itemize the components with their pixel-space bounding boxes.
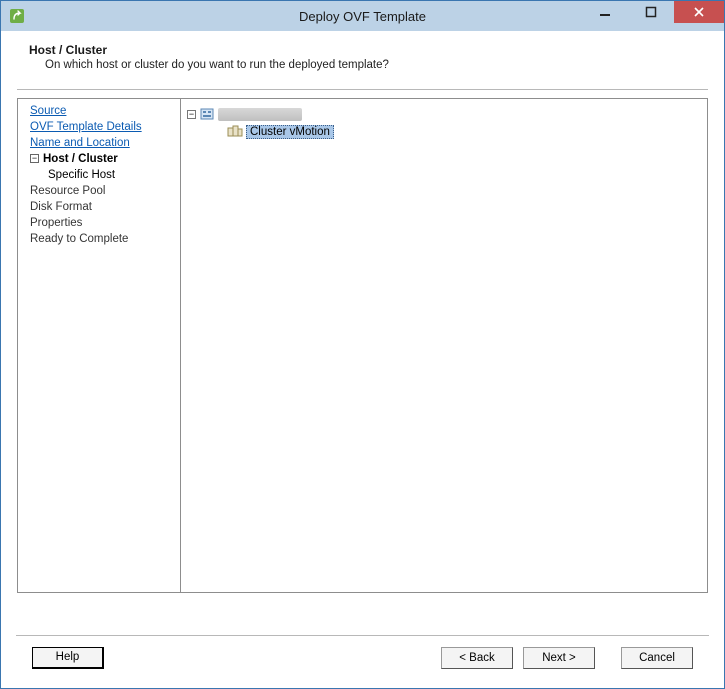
sidebar-item-source[interactable]: Source — [24, 103, 180, 119]
content-row: Source OVF Template Details Name and Loc… — [17, 98, 708, 593]
tree-root-label-redacted — [218, 108, 302, 121]
header-separator — [17, 89, 708, 90]
tree-toggle-root[interactable]: − — [187, 110, 196, 119]
close-button[interactable] — [674, 1, 724, 23]
sidebar-item-host-cluster[interactable]: −Host / Cluster — [24, 151, 180, 167]
collapse-icon[interactable]: − — [30, 154, 39, 163]
sidebar-item-ovf-details[interactable]: OVF Template Details — [24, 119, 180, 135]
sidebar-item-name-location[interactable]: Name and Location — [24, 135, 180, 151]
wizard-steps-sidebar: Source OVF Template Details Name and Loc… — [17, 98, 181, 593]
next-button[interactable]: Next > — [523, 647, 595, 669]
cluster-icon — [227, 124, 243, 140]
window-controls — [582, 1, 724, 31]
vsphere-icon — [9, 8, 25, 24]
main-pane: − Cluster vMotion — [181, 98, 708, 593]
datacenter-icon — [199, 106, 215, 122]
wizard-header: Host / Cluster On which host or cluster … — [1, 31, 724, 79]
sidebar-item-label: Host / Cluster — [43, 153, 118, 165]
sidebar-item-ready: Ready to Complete — [24, 231, 180, 247]
maximize-button[interactable] — [628, 1, 674, 23]
titlebar: Deploy OVF Template — [1, 1, 724, 31]
tree-row-cluster[interactable]: Cluster vMotion — [187, 123, 701, 141]
sidebar-item-specific-host: Specific Host — [24, 167, 180, 183]
wizard-footer: Help < Back Next > Cancel — [16, 635, 709, 679]
tree-row-root[interactable]: − — [187, 105, 701, 123]
back-button[interactable]: < Back — [441, 647, 513, 669]
page-title: Host / Cluster — [29, 43, 704, 57]
sidebar-item-disk-format: Disk Format — [24, 199, 180, 215]
help-button[interactable]: Help — [32, 647, 104, 669]
tree-cluster-label[interactable]: Cluster vMotion — [246, 125, 334, 139]
cancel-button[interactable]: Cancel — [621, 647, 693, 669]
minimize-button[interactable] — [582, 1, 628, 23]
page-subtitle: On which host or cluster do you want to … — [45, 59, 704, 71]
sidebar-item-properties: Properties — [24, 215, 180, 231]
sidebar-item-resource-pool: Resource Pool — [24, 183, 180, 199]
